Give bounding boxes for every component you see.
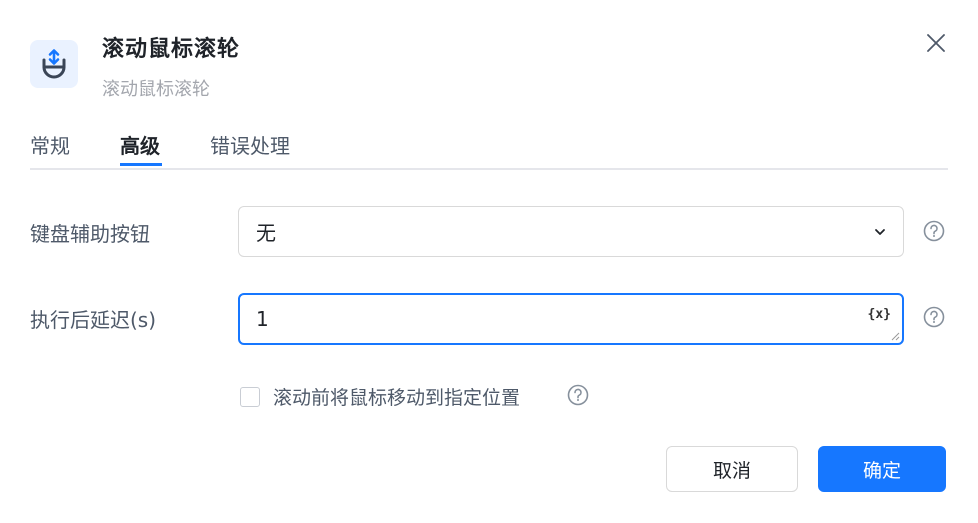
help-icon[interactable] — [923, 306, 945, 328]
mouse-scroll-icon — [30, 40, 78, 88]
variable-insert-button[interactable]: {x} — [868, 307, 891, 322]
resize-handle-icon[interactable] — [890, 331, 900, 341]
delay-after-input[interactable]: 1 {x} — [238, 293, 904, 345]
delay-after-label: 执行后延迟(s) — [30, 308, 157, 332]
help-icon[interactable] — [923, 220, 945, 242]
move-before-scroll-row: 滚动前将鼠标移动到指定位置 — [240, 383, 520, 410]
close-icon — [927, 34, 945, 52]
dialog: 滚动鼠标滚轮 滚动鼠标滚轮 常规 高级 错误处理 键盘辅助按钮 无 执行后延迟(… — [0, 0, 978, 523]
cancel-button[interactable]: 取消 — [666, 446, 798, 492]
dialog-title: 滚动鼠标滚轮 — [102, 37, 241, 62]
tab-general[interactable]: 常规 — [30, 130, 70, 168]
keyboard-assist-value: 无 — [256, 221, 276, 245]
active-tab-indicator — [120, 163, 162, 166]
keyboard-assist-select[interactable]: 无 — [238, 206, 904, 257]
keyboard-assist-label: 键盘辅助按钮 — [30, 222, 150, 246]
close-button[interactable] — [922, 29, 950, 57]
move-before-scroll-label[interactable]: 滚动前将鼠标移动到指定位置 — [273, 383, 520, 410]
delay-after-value: 1 — [256, 307, 269, 331]
dialog-subtitle: 滚动鼠标滚轮 — [102, 79, 210, 100]
help-icon[interactable] — [567, 384, 589, 406]
move-before-scroll-checkbox[interactable] — [240, 386, 260, 407]
tab-error-handling[interactable]: 错误处理 — [210, 130, 290, 168]
tab-bar: 常规 高级 错误处理 — [30, 118, 948, 170]
chevron-down-icon — [875, 229, 885, 235]
confirm-button[interactable]: 确定 — [818, 446, 946, 492]
